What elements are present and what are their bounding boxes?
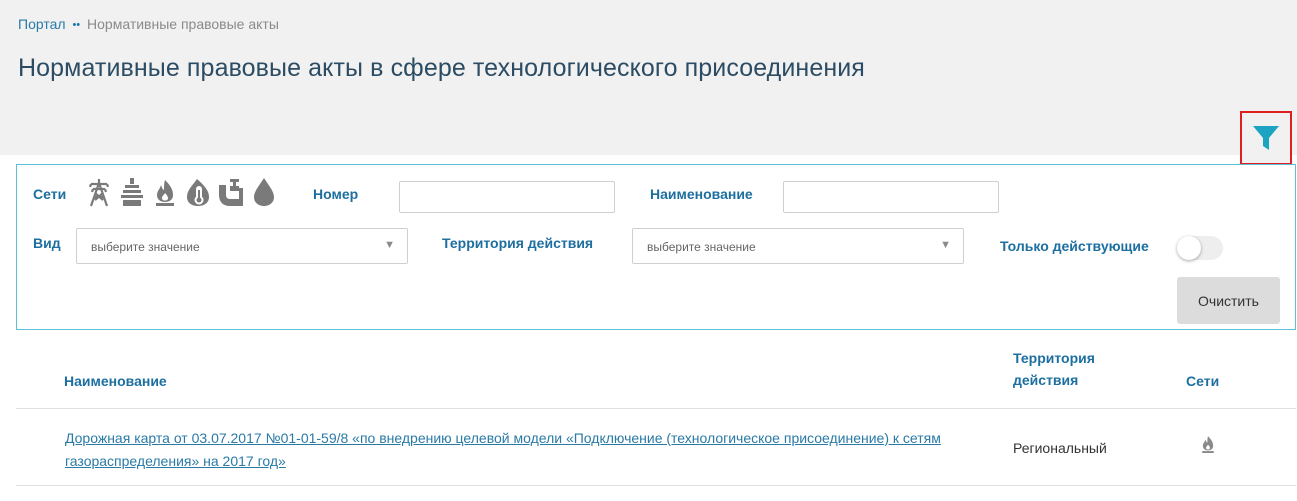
type-select[interactable]: выберите значение ▼	[76, 228, 408, 264]
territory-select-placeholder: выберите значение	[647, 240, 756, 254]
gas-flame-icon	[1199, 432, 1217, 459]
territory-label: Территория действия	[442, 235, 594, 251]
type-select-placeholder: выберите значение	[91, 240, 200, 254]
header-divider	[16, 408, 1296, 409]
column-header-networks[interactable]: Сети	[1186, 370, 1219, 392]
name-input[interactable]	[783, 181, 999, 213]
breadcrumb-separator: ••	[72, 19, 81, 31]
gas-flame-icon[interactable]	[151, 177, 179, 207]
number-label: Номер	[313, 186, 359, 202]
power-line-icon[interactable]	[85, 177, 113, 207]
heat-thermometer-icon[interactable]	[184, 177, 212, 207]
name-label: Наименование	[650, 186, 753, 202]
clear-button[interactable]: Очистить	[1177, 277, 1280, 324]
type-label: Вид	[33, 235, 61, 251]
active-only-label: Только действующие	[1000, 238, 1149, 254]
page-header: Портал •• Нормативные правовые акты Норм…	[0, 0, 1297, 155]
acts-table: Наименование Территория действия Сети До…	[16, 330, 1296, 501]
filter-panel: Сети Номер Наименование Вид выберите зна…	[16, 164, 1296, 330]
network-icons	[85, 177, 278, 207]
column-header-territory[interactable]: Территория действия	[1013, 347, 1133, 391]
territory-select[interactable]: выберите значение ▼	[632, 228, 964, 264]
row-territory: Региональный	[1013, 440, 1107, 456]
breadcrumb-current: Нормативные правовые акты	[87, 16, 279, 32]
act-title-link[interactable]: Дорожная карта от 03.07.2017 №01-01-59/8…	[65, 427, 945, 473]
filter-toggle-button[interactable]	[1240, 111, 1292, 165]
active-only-toggle[interactable]	[1177, 236, 1223, 260]
breadcrumb-home-link[interactable]: Портал	[18, 16, 66, 32]
chevron-down-icon: ▼	[384, 239, 395, 251]
row-divider	[16, 485, 1296, 486]
networks-label: Сети	[33, 186, 67, 202]
toggle-knob	[1177, 236, 1201, 260]
number-input[interactable]	[399, 181, 615, 213]
water-drop-icon[interactable]	[250, 177, 278, 207]
substation-icon[interactable]	[118, 177, 146, 207]
funnel-icon	[1253, 126, 1279, 150]
column-header-name[interactable]: Наименование	[64, 370, 167, 392]
page-title: Нормативные правовые акты в сфере технол…	[18, 54, 865, 82]
breadcrumb: Портал •• Нормативные правовые акты	[18, 16, 279, 32]
chevron-down-icon: ▼	[940, 239, 951, 251]
water-pipe-icon[interactable]	[217, 177, 245, 207]
